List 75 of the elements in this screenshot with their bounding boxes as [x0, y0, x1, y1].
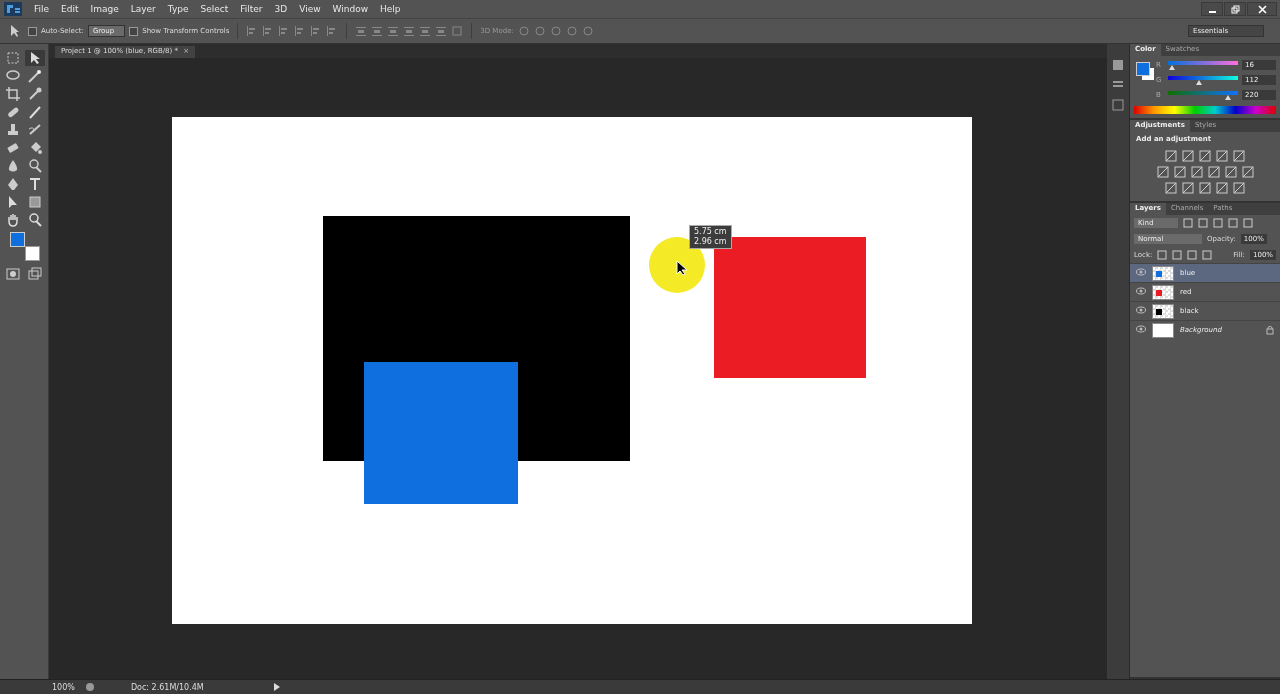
close-icon — [1257, 4, 1267, 14]
history-icon[interactable] — [1111, 58, 1125, 72]
adjustment-icon[interactable] — [1198, 181, 1212, 194]
lock-option-icon[interactable] — [1202, 250, 1213, 260]
3d-tool-icon[interactable] — [517, 25, 530, 37]
menu-item[interactable]: Edit — [55, 4, 85, 14]
menu-item[interactable]: Filter — [234, 4, 269, 14]
adjustment-icon[interactable] — [1164, 149, 1178, 162]
distribute-icon[interactable] — [419, 25, 432, 37]
zoom-level[interactable]: 100% — [52, 682, 75, 692]
foreground-color-swatch[interactable] — [10, 232, 25, 247]
adjustment-icon[interactable] — [1181, 149, 1195, 162]
menu-item[interactable]: Select — [194, 4, 235, 14]
checkbox[interactable] — [129, 26, 139, 36]
document-size: Doc: 2.61M/10.4M — [130, 682, 204, 692]
adjustment-icon[interactable] — [1190, 165, 1203, 178]
adjustment-icon[interactable] — [1232, 149, 1246, 162]
distribute-icon[interactable] — [371, 25, 384, 37]
3d-tool-icon[interactable] — [533, 25, 546, 37]
menu-item[interactable]: Type — [161, 4, 195, 14]
minimize-button[interactable] — [1201, 2, 1223, 16]
cursor-icon — [676, 260, 688, 276]
adjustment-icon[interactable] — [1164, 181, 1178, 194]
3d-tool-icon[interactable] — [549, 25, 562, 37]
close-button[interactable] — [1247, 2, 1277, 16]
adjustment-icon[interactable] — [1215, 149, 1229, 162]
screen-mode-icon[interactable] — [25, 266, 45, 282]
distribute-icon[interactable] — [355, 25, 368, 37]
3d-tool-icon[interactable] — [581, 25, 594, 37]
menu-item[interactable]: Layer — [124, 4, 162, 14]
crop-icon[interactable] — [3, 86, 23, 102]
3d-tool-icon[interactable] — [565, 25, 578, 37]
restore-button[interactable] — [1224, 2, 1246, 16]
layer-thumbnail — [1152, 322, 1174, 338]
color-spectrum[interactable] — [1134, 106, 1276, 114]
menu-item[interactable]: Help — [374, 4, 407, 14]
adjustment-icon[interactable] — [1215, 181, 1229, 194]
move-icon[interactable] — [25, 50, 45, 66]
layer-thumbnail — [1152, 303, 1174, 319]
layer-thumbnail — [1152, 265, 1174, 281]
adjustment-icon[interactable] — [1232, 181, 1246, 194]
measurement-text: 2.96 cm — [694, 237, 727, 247]
eye-icon[interactable] — [1136, 287, 1146, 297]
app-logo-icon — [4, 2, 22, 16]
menu-item[interactable]: Image — [84, 4, 125, 14]
distribute-icon[interactable] — [403, 25, 416, 37]
eye-icon[interactable] — [1136, 325, 1146, 335]
quick-mask-icon[interactable] — [3, 266, 23, 282]
eye-icon[interactable] — [1136, 306, 1146, 316]
restore-icon — [1230, 4, 1240, 14]
adjustment-icon[interactable] — [1241, 165, 1254, 178]
info-icon[interactable] — [1111, 98, 1125, 112]
measurement-text: 5.75 cm — [694, 227, 727, 237]
adjustment-icon[interactable] — [1156, 165, 1169, 178]
menu-item[interactable]: Window — [326, 4, 375, 14]
lock-option-icon[interactable] — [1172, 250, 1183, 260]
menu-item[interactable]: View — [293, 4, 327, 14]
distribute-icon[interactable] — [387, 25, 400, 37]
lock-option-icon[interactable] — [1157, 250, 1168, 260]
adjustment-icon[interactable] — [1181, 181, 1195, 194]
distribute-icon[interactable] — [435, 25, 448, 37]
layer-thumbnail — [1152, 284, 1174, 300]
adjustment-icon[interactable] — [1173, 165, 1186, 178]
adjustment-icon[interactable] — [1207, 165, 1220, 178]
adjustment-icon[interactable] — [1224, 165, 1237, 178]
play-icon[interactable] — [273, 683, 280, 691]
menu-item[interactable]: File — [28, 4, 56, 14]
adjustment-icon[interactable] — [1198, 149, 1212, 162]
eye-icon[interactable] — [1136, 268, 1146, 278]
minimize-icon — [1208, 11, 1216, 13]
menu-item[interactable]: 3D — [268, 4, 294, 14]
lock-option-icon[interactable] — [1187, 250, 1198, 260]
background-color-swatch[interactable] — [25, 246, 40, 261]
checkbox[interactable] — [28, 26, 37, 36]
lock-icon — [1266, 325, 1274, 335]
